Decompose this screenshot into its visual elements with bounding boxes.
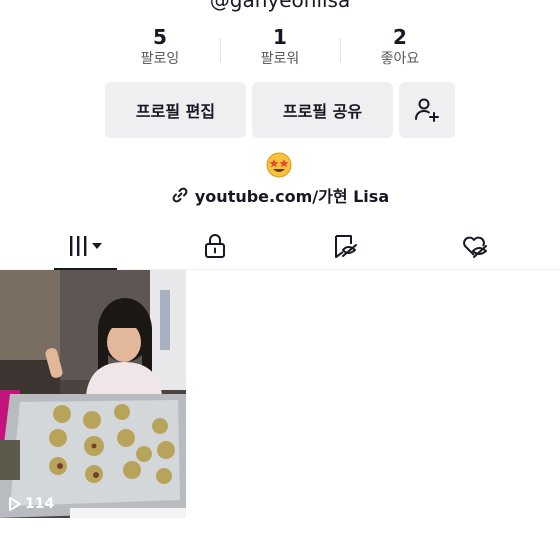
share-profile-button[interactable]: 프로필 공유 [252,82,393,138]
tab-private[interactable] [145,222,285,270]
lock-icon [205,234,225,258]
link-text: youtube.com/가현 Lisa [194,187,390,206]
liked-eye-icon [463,236,487,258]
add-friend-button[interactable] [399,82,455,138]
content-tabs [0,222,560,270]
following-count: 5 [153,25,167,49]
link-icon [172,187,188,203]
saved-eye-icon [335,235,357,258]
profile-stats: 5 팔로잉 1 팔로워 2 좋아요 [0,24,560,76]
profile-link[interactable]: youtube.com/가현 Lisa [0,182,560,208]
profile-handle: @ganyeonlisa [209,0,351,12]
following-label: 팔로잉 [140,51,180,67]
stat-following[interactable]: 5 팔로잉 [100,24,220,68]
tab-liked[interactable] [405,222,545,270]
profile-actions: 프로필 편집 프로필 공유 [0,82,560,138]
video-thumbnail[interactable]: 114 [0,270,186,518]
video-thumbnail-image [0,270,186,518]
followers-label: 팔로워 [260,51,300,67]
add-person-icon [415,98,439,122]
grid-icon [70,236,102,256]
edit-profile-button[interactable]: 프로필 편집 [105,82,246,138]
likes-label: 좋아요 [380,51,420,67]
stat-likes[interactable]: 2 좋아요 [340,24,460,68]
view-count: 114 [8,496,54,512]
tab-saved[interactable] [275,222,415,270]
tab-videos[interactable] [16,222,156,270]
followers-count: 1 [273,25,287,49]
play-icon [9,497,21,511]
star-struck-emoji-icon [266,152,292,178]
view-count-text: 114 [25,496,55,512]
likes-count: 2 [393,25,407,49]
stat-followers[interactable]: 1 팔로워 [220,24,340,68]
